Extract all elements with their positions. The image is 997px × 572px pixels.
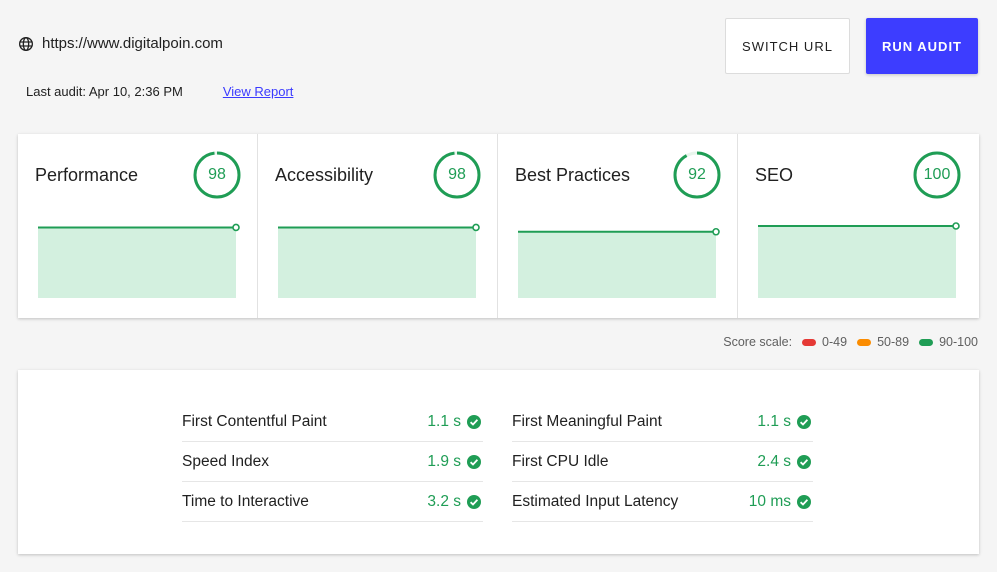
metric-value: 2.4 s xyxy=(757,452,791,470)
metrics-panel: First Contentful Paint 1.1 s Speed Index… xyxy=(18,370,979,554)
score-card-performance[interactable]: Performance 98 xyxy=(18,134,258,318)
metric-row: Speed Index 1.9 s xyxy=(182,442,483,482)
metrics-column-right: First Meaningful Paint 1.1 s First CPU I… xyxy=(512,402,813,522)
score-card-title: Performance xyxy=(35,165,139,185)
trend-point xyxy=(472,223,480,232)
trend-point xyxy=(952,222,960,230)
trend-area xyxy=(518,231,716,298)
orange-range-swatch xyxy=(857,338,872,346)
score-card-title: Best Practices xyxy=(515,165,631,185)
check-icon xyxy=(467,455,481,469)
metric-value: 3.2 s xyxy=(427,492,461,510)
score-trend-chart xyxy=(278,223,480,298)
trend-area xyxy=(758,226,956,298)
trend-area xyxy=(278,227,476,298)
score-card-best-practices[interactable]: Best Practices 92 xyxy=(498,134,738,318)
audit-info: Last audit: Apr 10, 2:36 PM View Report xyxy=(26,84,293,99)
score-value: 98 xyxy=(208,166,226,183)
range-label: 0-49 xyxy=(822,335,848,349)
metric-value: 10 ms xyxy=(748,492,791,510)
score-trend-chart xyxy=(38,223,240,298)
trend-point xyxy=(712,227,720,236)
score-scale-legend: Score scale: 0-49 50-89 90-100 xyxy=(723,335,978,349)
metric-name: Time to Interactive xyxy=(182,492,309,510)
metric-row: Estimated Input Latency 10 ms xyxy=(512,482,813,522)
metric-value: 1.1 s xyxy=(757,412,791,430)
score-card-seo[interactable]: SEO 100 xyxy=(738,134,978,318)
score-value: 98 xyxy=(448,166,466,183)
check-icon xyxy=(797,415,811,429)
score-trend-chart xyxy=(758,222,960,298)
score-value: 100 xyxy=(923,166,951,183)
score-scale-label: Score scale: xyxy=(723,335,793,349)
last-audit-text: Last audit: Apr 10, 2:36 PM xyxy=(26,84,183,99)
score-card-title: Accessibility xyxy=(275,165,374,185)
metric-name: First CPU Idle xyxy=(512,452,609,470)
score-trend-chart xyxy=(518,227,720,298)
metrics-column-left: First Contentful Paint 1.1 s Speed Index… xyxy=(182,402,483,522)
score-value: 92 xyxy=(688,166,706,183)
metric-name: Estimated Input Latency xyxy=(512,492,679,510)
trend-point xyxy=(232,223,240,232)
switch-url-button[interactable]: SWITCH URL xyxy=(725,18,850,74)
range-label: 50-89 xyxy=(877,335,910,349)
range-label: 90-100 xyxy=(939,335,978,349)
score-card-title: SEO xyxy=(755,165,794,185)
url-display: https://www.digitalpoin.com xyxy=(18,35,223,52)
metric-row: First Contentful Paint 1.1 s xyxy=(182,402,483,442)
metric-row: First CPU Idle 2.4 s xyxy=(512,442,813,482)
check-icon xyxy=(797,495,811,509)
metric-value: 1.1 s xyxy=(427,412,461,430)
check-icon xyxy=(797,455,811,469)
metric-name: First Meaningful Paint xyxy=(512,412,662,430)
check-icon xyxy=(467,415,481,429)
metric-value: 1.9 s xyxy=(427,452,461,470)
metric-name: First Contentful Paint xyxy=(182,412,327,430)
trend-area xyxy=(38,227,236,298)
metric-row: Time to Interactive 3.2 s xyxy=(182,482,483,522)
metric-name: Speed Index xyxy=(182,452,270,470)
check-icon xyxy=(467,495,481,509)
score-cards: Performance 98 Accessibility 98 Best Pra… xyxy=(18,134,979,318)
red-range-swatch xyxy=(802,338,817,346)
globe-icon xyxy=(19,36,33,51)
metric-row: First Meaningful Paint 1.1 s xyxy=(512,402,813,442)
view-report-link[interactable]: View Report xyxy=(223,84,294,99)
green-range-swatch xyxy=(919,338,934,346)
score-card-accessibility[interactable]: Accessibility 98 xyxy=(258,134,498,318)
run-audit-button[interactable]: RUN AUDIT xyxy=(866,18,978,74)
url-text: https://www.digitalpoin.com xyxy=(42,35,223,52)
